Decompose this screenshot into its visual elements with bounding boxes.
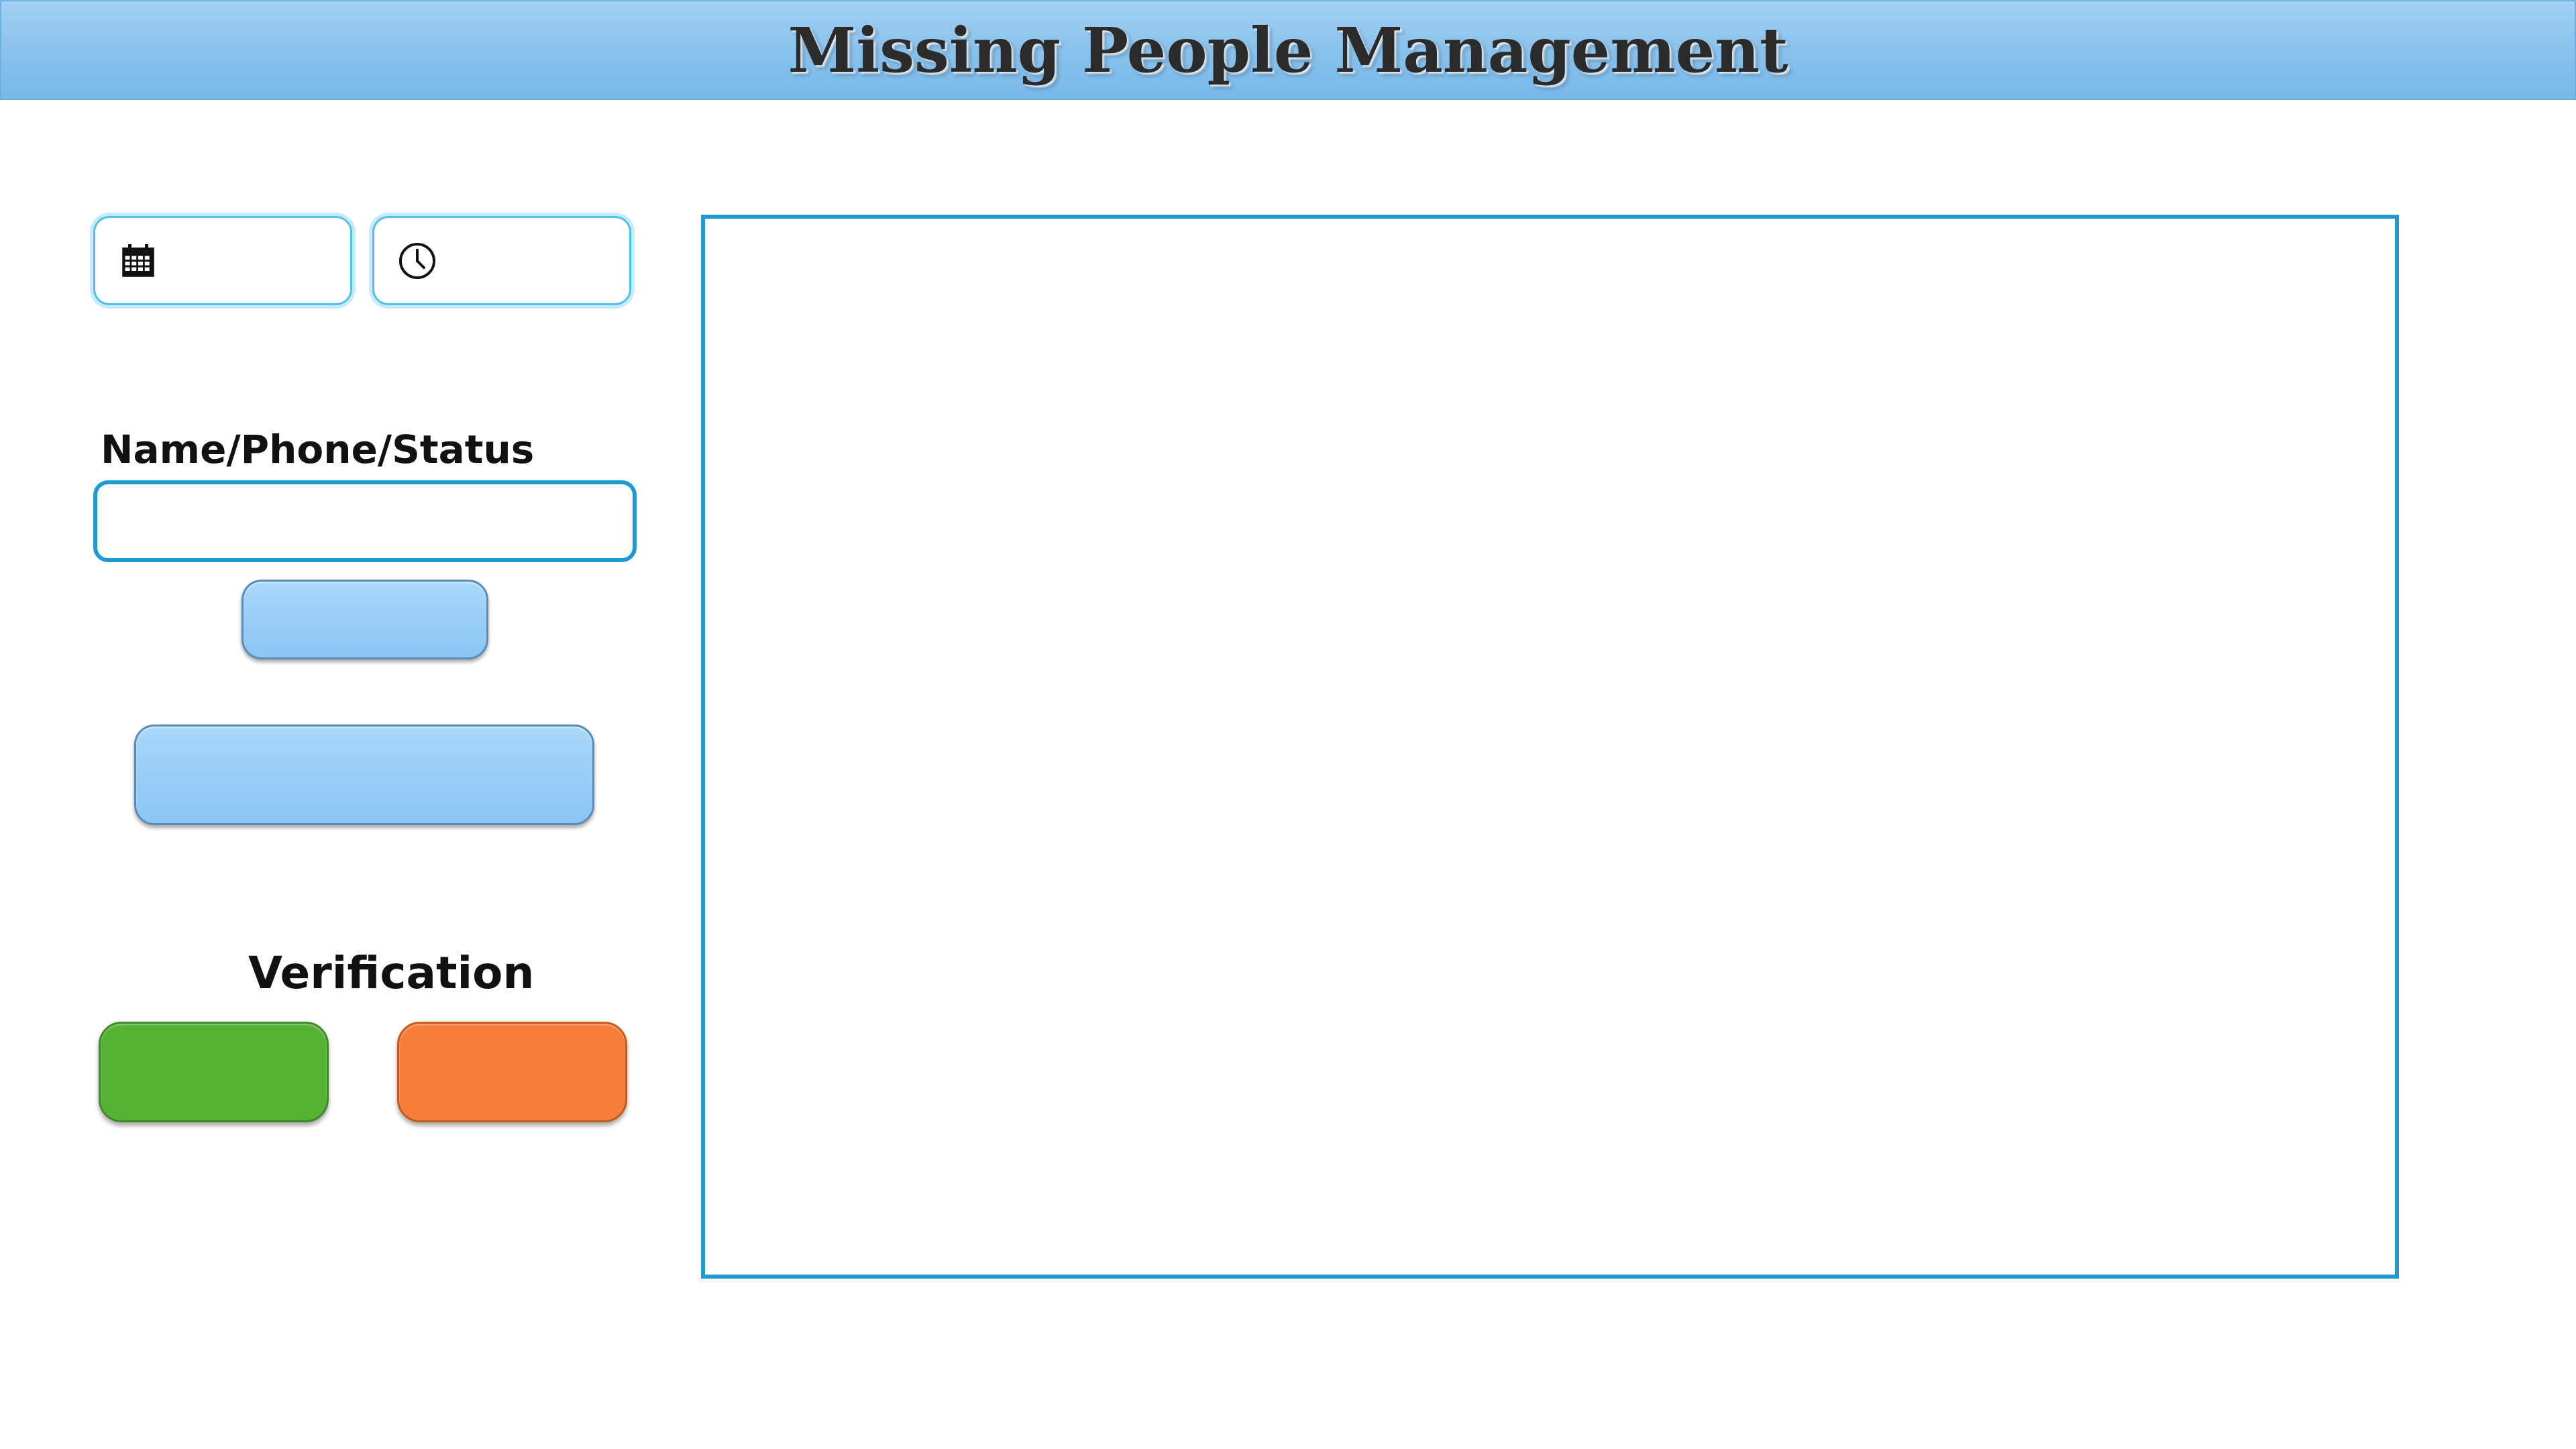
wide-action-button[interactable] (134, 724, 594, 825)
calendar-icon (118, 241, 158, 281)
missing-people-management-screen: Missing People Management Name/Phone/Sta… (0, 0, 2576, 1449)
clock-icon (397, 241, 437, 281)
search-field-label: Name/Phone/Status (101, 427, 535, 472)
reject-button[interactable] (397, 1022, 627, 1122)
time-picker[interactable] (372, 216, 631, 305)
approve-button[interactable] (99, 1022, 329, 1122)
search-input[interactable] (93, 480, 637, 562)
title-bar: Missing People Management (0, 0, 2576, 100)
results-panel (701, 215, 2399, 1279)
page-title: Missing People Management (788, 13, 1788, 87)
search-button[interactable] (241, 580, 488, 659)
date-picker[interactable] (93, 216, 352, 305)
verification-label: Verification (248, 947, 535, 999)
